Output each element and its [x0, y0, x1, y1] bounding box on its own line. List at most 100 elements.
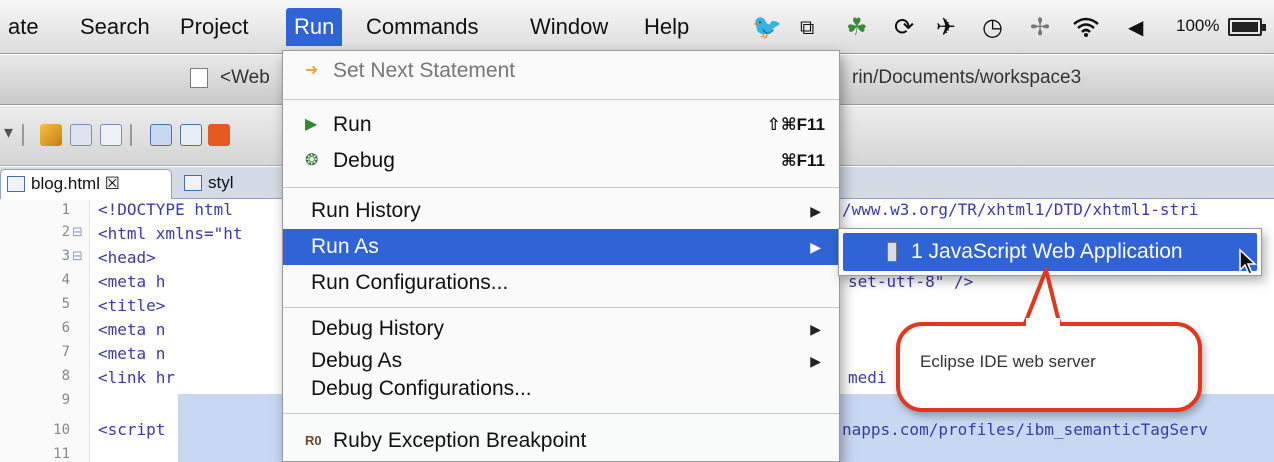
code-line: <meta n — [98, 320, 166, 339]
callout-text: Eclipse IDE web server — [920, 352, 1096, 371]
run-menu-dropdown: ➜ Set Next Statement ▶ Run ⇧⌘F11 ❂ Debug… — [282, 50, 840, 462]
toolbar-divider — [130, 124, 132, 146]
airplane-icon[interactable]: ✈ — [936, 13, 956, 41]
debug-bug-icon: ❂ — [305, 152, 319, 169]
menu-item-debug-history[interactable]: Debug History ▶ — [283, 311, 839, 347]
menu-item-label: 1 JavaScript Web Application — [911, 240, 1183, 263]
line-number: 6 — [61, 320, 70, 336]
fold-toggle-icon[interactable]: ⊟ — [72, 224, 83, 240]
tab-label: styl — [208, 173, 234, 192]
clock-icon[interactable]: ◷ — [982, 13, 1003, 41]
battery-fill — [1232, 22, 1258, 32]
tab-label: blog.html ☒ — [31, 174, 120, 193]
wifi-icon[interactable] — [1072, 16, 1100, 38]
line-number: 3 — [61, 248, 70, 264]
document-icon — [190, 68, 208, 88]
code-line: <!DOCTYPE html — [98, 200, 233, 219]
fold-toggle-icon[interactable]: ⊟ — [72, 248, 83, 264]
menu-item-label: Run — [333, 113, 372, 136]
line-number: 8 — [61, 368, 70, 384]
code-line-fragment: /www.w3.org/TR/xhtml1/DTD/xhtml1-stri — [842, 200, 1199, 219]
menu-project[interactable]: Project — [172, 8, 256, 46]
window-icon[interactable]: ⧉ — [800, 13, 814, 41]
menu-item-debug-configurations[interactable]: Debug Configurations... — [283, 371, 839, 407]
menu-item-label: Debug History — [311, 317, 445, 340]
bird-icon[interactable]: 🐦 — [752, 13, 782, 41]
menu-item-ruby-exception-breakpoint[interactable]: R0 Ruby Exception Breakpoint — [283, 423, 839, 459]
menu-item-run-history[interactable]: Run History ▶ — [283, 193, 839, 229]
menu-item-label: Debug As — [311, 349, 403, 372]
pencil-icon[interactable] — [40, 124, 62, 146]
menu-item-set-next-statement[interactable]: ➜ Set Next Statement — [283, 53, 839, 89]
paragraph-icon[interactable] — [100, 124, 122, 146]
menu-separator — [283, 413, 839, 414]
submenu-arrow-icon: ▶ — [810, 239, 821, 255]
line-number: 9 — [61, 392, 70, 408]
home-icon[interactable] — [208, 124, 230, 146]
menu-search[interactable]: Search — [72, 8, 158, 46]
menu-item-label: Debug Configurations... — [311, 377, 532, 400]
menu-item-debug[interactable]: ❂ Debug ⌘F11 — [283, 143, 839, 179]
menu-item-label: Run History — [311, 199, 421, 222]
css-file-icon — [184, 175, 202, 191]
html-file-icon — [7, 176, 25, 192]
toolbar-divider — [22, 124, 24, 146]
tab-style[interactable]: styl — [178, 169, 288, 199]
menu-window[interactable]: Window — [522, 8, 616, 46]
menu-item-run[interactable]: ▶ Run ⇧⌘F11 — [283, 107, 839, 143]
web-application-icon — [887, 242, 897, 262]
line-number: 4 — [61, 272, 70, 288]
line-number: 5 — [61, 296, 70, 312]
menu-item-run-configurations[interactable]: Run Configurations... — [283, 265, 839, 301]
window-title-end: rin/Documents/workspace3 — [852, 67, 1082, 88]
code-line: <html xmlns="ht — [98, 224, 243, 243]
menu-item-label: Ruby Exception Breakpoint — [333, 429, 587, 452]
menu-help[interactable]: Help — [636, 8, 697, 46]
submenu-arrow-icon: ▶ — [810, 203, 821, 219]
code-line: <title> — [98, 296, 166, 315]
menu-item-label: Debug — [333, 149, 395, 172]
code-line-fragment: medi — [848, 368, 887, 387]
toolbar-chevron-icon[interactable]: ▾ — [4, 122, 13, 143]
code-line: <head> — [98, 248, 156, 267]
code-line: <meta n — [98, 344, 166, 363]
mouse-pointer-icon — [1239, 248, 1257, 275]
menu-separator — [283, 307, 839, 308]
panel-icon[interactable] — [70, 124, 92, 146]
menu-separator — [283, 187, 839, 188]
menu-item-label: Run Configurations... — [311, 271, 509, 294]
outline-icon[interactable] — [150, 124, 172, 146]
tree-icon[interactable] — [180, 124, 202, 146]
app-icon[interactable]: ☘ — [846, 13, 868, 41]
line-number: 1 — [61, 202, 70, 218]
callout-joint — [1026, 318, 1060, 330]
shortcut-label: ⇧⌘F11 — [766, 115, 825, 134]
battery-percentage: 100% — [1176, 16, 1220, 35]
bluetooth-icon[interactable]: ✢ — [1030, 13, 1050, 41]
shortcut-label: ⌘F11 — [780, 151, 825, 170]
run-icon: ▶ — [305, 116, 318, 133]
code-line-fragment: napps.com/profiles/ibm_semanticTagServ — [842, 420, 1209, 439]
annotation-callout: Eclipse IDE web server — [896, 322, 1202, 412]
code-line: <script — [98, 420, 166, 439]
menu-commands[interactable]: Commands — [358, 8, 486, 46]
menu-navigate[interactable]: ate — [0, 8, 47, 46]
battery-icon[interactable] — [1228, 18, 1266, 36]
volume-icon[interactable]: ◀ — [1128, 13, 1143, 41]
tab-blog-html[interactable]: blog.html ☒ — [0, 169, 172, 199]
window-title-start: <Web — [220, 67, 270, 88]
line-number: 7 — [61, 344, 70, 360]
ruby-breakpoint-icon: R0 — [305, 433, 322, 448]
run-as-submenu: 1 JavaScript Web Application — [838, 228, 1262, 276]
menu-item-label: Run As — [311, 235, 379, 258]
menu-item-javascript-web-application[interactable]: 1 JavaScript Web Application — [843, 233, 1257, 271]
code-line: <link hr — [98, 368, 176, 387]
arrow-right-icon: ➜ — [305, 62, 319, 79]
sync-icon[interactable]: ⟳ — [894, 13, 914, 41]
menu-run[interactable]: Run — [286, 8, 343, 46]
menu-item-run-as[interactable]: Run As ▶ — [283, 229, 839, 265]
line-number-gutter: 1 2 3 4 5 6 7 8 9 10 11 ⊟ ⊟ — [0, 200, 90, 462]
menu-item-label: Set Next Statement — [333, 59, 516, 82]
line-number: 10 — [53, 422, 70, 438]
submenu-arrow-icon: ▶ — [810, 321, 821, 337]
